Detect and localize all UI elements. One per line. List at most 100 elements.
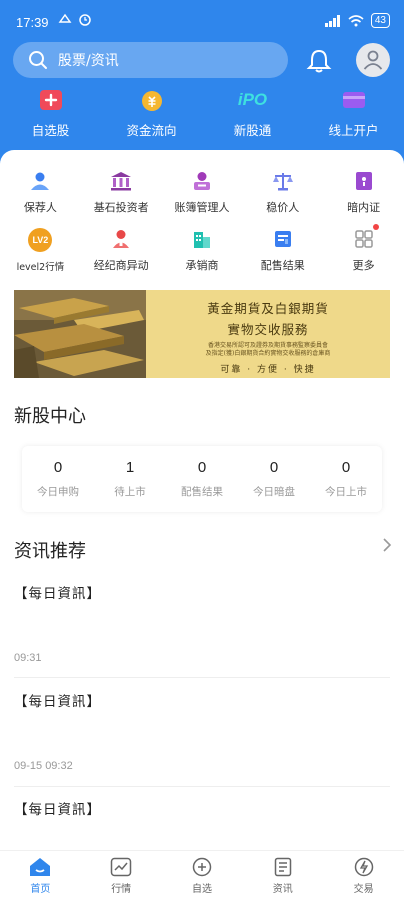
banner-slogan: 可靠 · 方便 · 快捷: [220, 365, 316, 375]
building-icon: [191, 228, 213, 250]
money-bag-icon: [139, 88, 165, 112]
person-card-icon: [191, 170, 213, 192]
home-icon: [30, 858, 51, 876]
grid-item-stabilizer[interactable]: 稳价人: [242, 170, 323, 224]
ipo-center-title: 新股中心: [14, 406, 86, 427]
quicknav-label: 自选股: [31, 123, 70, 138]
user-icon: [363, 50, 383, 70]
status-right: 43: [324, 13, 390, 28]
news-time: 09:31: [14, 652, 42, 664]
news-item[interactable]: 【每日資訊】 09-15 09:32: [14, 690, 390, 780]
top-header: 17:39 43 股票/资讯 自选股 资金流向 iPO 新股通 线上开户: [0, 0, 404, 175]
status-time: 17:39: [16, 15, 49, 30]
tab-label: 资讯: [272, 884, 293, 895]
status-notification-icons: [58, 12, 92, 26]
grid-item-dark-warrant[interactable]: 暗内证: [323, 170, 404, 224]
wifi-icon: [348, 14, 364, 26]
card-icon: [341, 88, 367, 112]
grid-label: 承销商: [185, 259, 219, 272]
plus-square-icon: [38, 88, 64, 112]
tab-label: 行情: [111, 884, 132, 895]
ipo-stat-today-subscribe[interactable]: 0 今日申购: [22, 446, 94, 512]
bell-icon[interactable]: [304, 47, 334, 75]
chart-icon: [110, 857, 132, 877]
news-item[interactable]: 【每日資訊】 09:31: [14, 582, 390, 672]
search-icon: [29, 51, 47, 69]
ipo-stat-value: 0: [269, 459, 279, 476]
grid-item-bookrunner[interactable]: 账簿管理人: [162, 170, 243, 224]
ipo-stat-today-listing[interactable]: 0 今日上市: [310, 446, 382, 512]
tab-label: 交易: [353, 884, 374, 895]
trade-icon: [354, 857, 373, 877]
grid-item-sponsor[interactable]: 保荐人: [0, 170, 81, 224]
grid-item-underwriter[interactable]: 承销商: [162, 228, 243, 282]
quicknav-label: 线上开户: [328, 123, 379, 138]
ipo-stat-label: 待上市: [114, 486, 146, 498]
grid-more-icon: [353, 224, 379, 250]
news-section-title[interactable]: 资讯推荐: [14, 537, 86, 563]
quicknav-ipo[interactable]: iPO 新股通: [202, 88, 303, 143]
scale-icon: [272, 170, 294, 192]
grid-label: 保荐人: [23, 201, 57, 214]
ipo-stat-label: 今日申购: [37, 486, 79, 498]
signal-icon: [324, 14, 340, 27]
notification-icon: [58, 13, 72, 23]
tab-home[interactable]: 首页: [0, 851, 81, 900]
news-item[interactable]: 【每日資訊】: [14, 798, 390, 838]
quicknav-watchlist[interactable]: 自选股: [0, 88, 101, 143]
quicknav-fund-flow[interactable]: 资金流向: [101, 88, 202, 143]
chevron-right-icon[interactable]: [382, 537, 392, 553]
grid-label: 基石投资者: [93, 201, 149, 214]
feature-row: 保荐人 基石投资者 账簿管理人 稳价人 暗内证: [0, 170, 404, 224]
ipo-stat-value: 0: [341, 459, 351, 476]
promo-banner[interactable]: 黃金期貨及白銀期貨 實物交收服務 香港交易所認可及證券及期貨事務監察委員會 及指…: [14, 290, 390, 378]
grid-label: 经纪商异动: [93, 259, 149, 272]
bookmark-icon: [353, 170, 375, 192]
grid-item-broker-move[interactable]: 经纪商异动: [81, 228, 162, 282]
ipo-stat-grey-market[interactable]: 0 今日暗盘: [238, 446, 310, 512]
tab-trade[interactable]: 交易: [323, 851, 404, 900]
grid-item-cornerstone[interactable]: 基石投资者: [81, 170, 162, 224]
grid-item-more[interactable]: 更多: [323, 224, 404, 282]
grid-label: 更多: [352, 259, 375, 272]
battery-indicator: 43: [370, 13, 390, 28]
ipo-stat-value: 0: [197, 459, 207, 476]
ipo-text-icon: iPO: [237, 90, 268, 109]
status-bar: 17:39 43: [0, 0, 404, 40]
grid-label: 稳价人: [266, 201, 300, 214]
feature-row: LV2 level2行情 经纪商异动 承销商 配售结果 更多: [0, 224, 404, 282]
grid-label: level2行情: [16, 262, 65, 273]
grid-item-level2[interactable]: LV2 level2行情: [0, 228, 81, 282]
lv2-badge-icon: LV2: [28, 228, 53, 252]
tab-label: 首页: [30, 884, 51, 895]
quicknav-open-account[interactable]: 线上开户: [303, 88, 404, 143]
banner-fineprint: 香港交易所認可及證券及期貨事務監察委員會: [207, 342, 328, 349]
banner-fineprint: 及指定(獲)白銀期貨合約實物交收服務的倉庫商: [205, 350, 331, 357]
quicknav-label: 资金流向: [126, 123, 177, 138]
add-circle-icon: [192, 857, 212, 877]
divider: [14, 677, 390, 678]
ipo-stat-allotment[interactable]: 0 配售结果: [166, 446, 238, 512]
search-placeholder: 股票/资讯: [58, 53, 119, 69]
avatar[interactable]: [356, 43, 390, 77]
ipo-stat-label: 配售结果: [181, 486, 223, 498]
feature-grid: 保荐人 基石投资者 账簿管理人 稳价人 暗内证 LV2 level2行情 经纪商…: [0, 170, 404, 282]
grid-label: 暗内证: [347, 201, 381, 214]
tab-watchlist[interactable]: 自选: [162, 851, 243, 900]
bottom-tab-bar: 首页 行情 自选 资讯 交易: [0, 850, 404, 900]
ipo-stat-label: 今日上市: [325, 486, 367, 498]
ipo-stat-pending-listing[interactable]: 1 待上市: [94, 446, 166, 512]
ipo-stats-box: 0 今日申购 1 待上市 0 配售结果 0 今日暗盘 0 今日上市: [22, 446, 382, 512]
ipo-stat-value: 0: [53, 459, 63, 476]
tab-news[interactable]: 资讯: [242, 851, 323, 900]
news-time: 09-15 09:32: [14, 760, 73, 772]
news-title: 【每日資訊】: [14, 694, 101, 710]
search-bar[interactable]: 股票/资讯: [13, 42, 288, 78]
grid-label: 账簿管理人: [174, 201, 230, 214]
ipo-stat-label: 今日暗盘: [253, 486, 295, 498]
tab-market[interactable]: 行情: [81, 851, 162, 900]
main-card: 保荐人 基石投资者 账簿管理人 稳价人 暗内证 LV2 level2行情 经纪商…: [0, 150, 404, 850]
banner-text-panel: 黃金期貨及白銀期貨 實物交收服務 香港交易所認可及證券及期貨事務監察委員會 及指…: [146, 290, 390, 378]
gold-bars-image: [14, 290, 146, 378]
grid-item-allotment[interactable]: 配售结果: [242, 228, 323, 282]
